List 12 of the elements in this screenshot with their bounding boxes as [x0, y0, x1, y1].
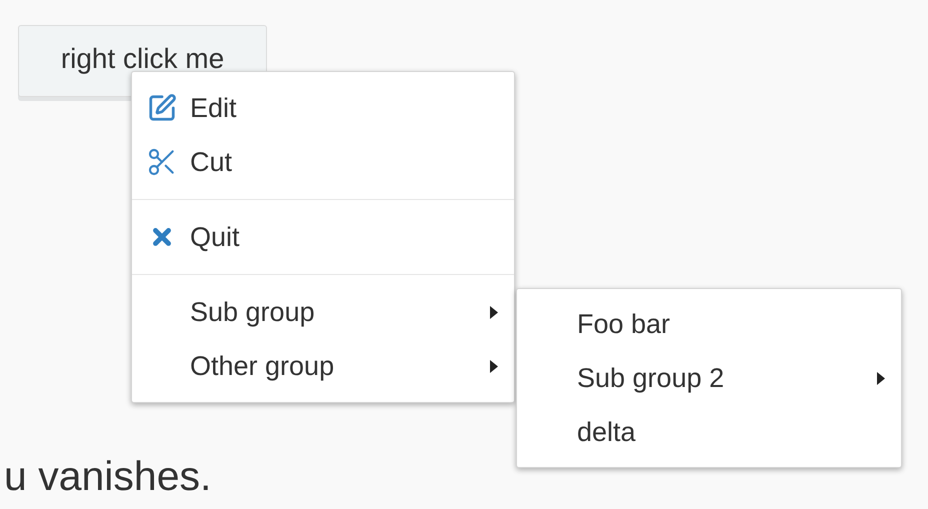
menu-item[interactable]: Quit	[132, 210, 514, 264]
menu-item[interactable]: Foo bar	[517, 297, 901, 351]
caret-icon	[490, 360, 498, 372]
menu-item[interactable]: Cut	[132, 135, 514, 189]
submenu-item[interactable]: Other group	[132, 339, 514, 393]
caret-icon	[490, 306, 498, 318]
caret-icon	[877, 372, 885, 384]
caption-text: u vanishes.	[4, 452, 212, 501]
submenu-item[interactable]: Sub group	[132, 285, 514, 339]
submenu-item[interactable]: Sub group 2	[517, 351, 901, 405]
edit-icon	[147, 93, 177, 123]
menu-item[interactable]: delta	[517, 405, 901, 459]
